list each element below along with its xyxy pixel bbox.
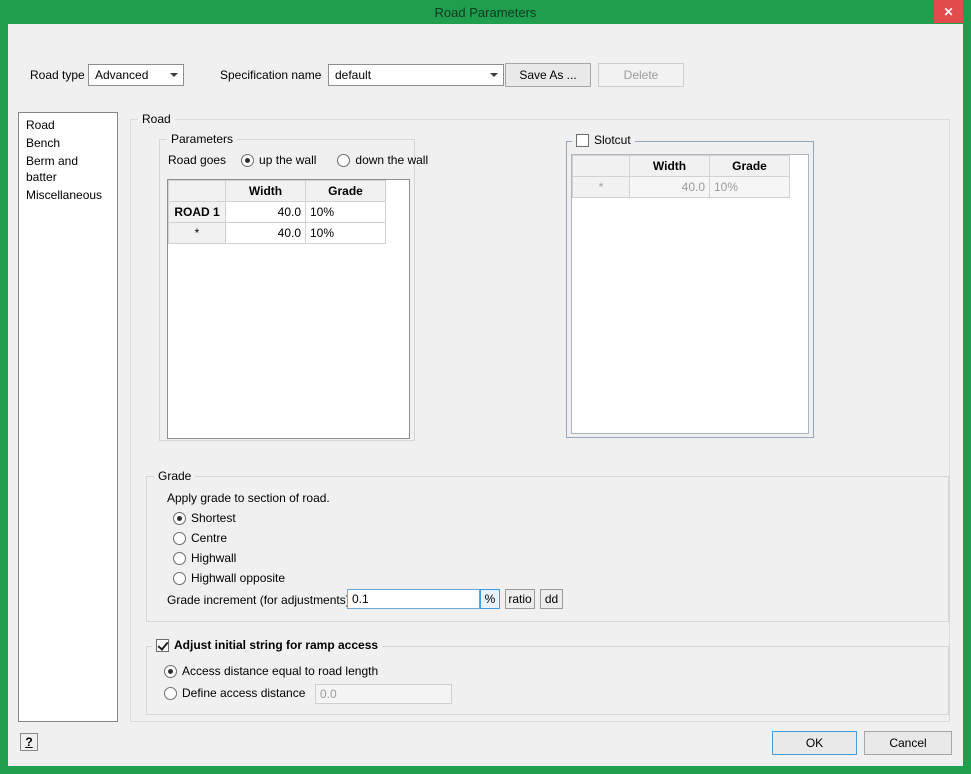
sidebar-item-berm-and-batter[interactable]: Berm and batter — [19, 152, 117, 186]
sidebar-item-bench[interactable]: Bench — [19, 134, 117, 152]
radio-highwall-opposite-label: Highwall opposite — [191, 571, 285, 585]
checkbox-icon — [576, 134, 589, 147]
radio-access-distance-equal-label: Access distance equal to road length — [182, 664, 378, 678]
road-groupbox: Road Parameters Road goes up the wall do… — [130, 119, 950, 722]
radio-down-the-wall[interactable]: down the wall — [337, 153, 428, 167]
radio-shortest-label: Shortest — [191, 511, 236, 525]
radio-icon — [164, 665, 177, 678]
road-table: Width Grade ROAD 1 40.0 10% * 40.0 10% — [167, 179, 410, 439]
titlebar: Road Parameters — [0, 0, 971, 24]
ramp-access-groupbox: Adjust initial string for ramp access Ac… — [146, 646, 949, 715]
slotcut-groupbox: Slotcut Width Grade * 40.0 10% — [566, 141, 814, 438]
specification-name-label: Specification name — [220, 68, 321, 83]
grade-cell[interactable]: 10% — [306, 223, 386, 244]
table-corner-cell — [573, 156, 630, 177]
question-mark-icon: ? — [25, 735, 32, 749]
width-cell[interactable]: 40.0 — [630, 177, 710, 198]
unit-ratio-button[interactable]: ratio — [505, 589, 535, 609]
radio-icon — [337, 154, 350, 167]
width-cell[interactable]: 40.0 — [226, 202, 306, 223]
width-column-header: Width — [630, 156, 710, 177]
ramp-access-checkbox[interactable]: Adjust initial string for ramp access — [152, 638, 382, 652]
road-type-value: Advanced — [95, 68, 148, 82]
radio-highwall-opposite[interactable]: Highwall opposite — [173, 571, 285, 585]
slotcut-table: Width Grade * 40.0 10% — [571, 154, 809, 434]
width-column-header: Width — [226, 181, 306, 202]
specification-name-value: default — [335, 68, 371, 82]
road-goes-label: Road goes — [168, 153, 226, 167]
grade-cell[interactable]: 10% — [306, 202, 386, 223]
radio-down-the-wall-label: down the wall — [355, 153, 428, 167]
checkbox-icon — [156, 639, 169, 652]
unit-dd-button[interactable]: dd — [540, 589, 563, 609]
parameters-groupbox: Parameters Road goes up the wall down th… — [159, 139, 415, 441]
unit-percent-button[interactable]: % — [480, 589, 500, 609]
slotcut-checkbox[interactable]: Slotcut — [572, 133, 635, 147]
sidebar-item-road[interactable]: Road — [19, 116, 117, 134]
road-table-header-row: Width Grade — [169, 181, 386, 202]
road-groupbox-title: Road — [138, 112, 175, 127]
grade-column-header: Grade — [710, 156, 790, 177]
sidebar-item-miscellaneous[interactable]: Miscellaneous — [19, 186, 117, 204]
close-icon: ✕ — [943, 5, 953, 19]
table-row: ROAD 1 40.0 10% — [169, 202, 386, 223]
slotcut-table-header-row: Width Grade — [573, 156, 790, 177]
save-as-button[interactable]: Save As ... — [505, 63, 591, 87]
row-header-cell[interactable]: * — [169, 223, 226, 244]
chevron-down-icon — [490, 73, 498, 77]
delete-button[interactable]: Delete — [598, 63, 684, 87]
access-distance-input[interactable] — [315, 684, 452, 704]
grade-groupbox: Grade Apply grade to section of road. Sh… — [146, 476, 949, 622]
dialog-content: Road type Advanced Specification name de… — [8, 24, 963, 766]
parameters-groupbox-title: Parameters — [167, 132, 237, 147]
radio-icon — [173, 552, 186, 565]
table-row: * 40.0 10% — [573, 177, 790, 198]
row-header-cell[interactable]: ROAD 1 — [169, 202, 226, 223]
cancel-button[interactable]: Cancel — [864, 731, 952, 755]
window-title: Road Parameters — [435, 5, 537, 20]
grade-increment-input[interactable] — [347, 589, 480, 609]
width-cell[interactable]: 40.0 — [226, 223, 306, 244]
radio-up-the-wall-label: up the wall — [259, 153, 316, 167]
grade-cell[interactable]: 10% — [710, 177, 790, 198]
grade-groupbox-title: Grade — [154, 469, 195, 484]
grade-instruction: Apply grade to section of road. — [167, 491, 330, 506]
radio-highwall[interactable]: Highwall — [173, 551, 236, 565]
radio-icon — [164, 687, 177, 700]
road-parameters-dialog: Road Parameters ✕ Road type Advanced Spe… — [0, 0, 971, 774]
close-button[interactable]: ✕ — [934, 0, 963, 23]
grade-column-header: Grade — [306, 181, 386, 202]
category-list: Road Bench Berm and batter Miscellaneous — [18, 112, 118, 722]
radio-access-distance-equal[interactable]: Access distance equal to road length — [164, 664, 378, 678]
road-type-select[interactable]: Advanced — [88, 64, 184, 86]
row-header-cell[interactable]: * — [573, 177, 630, 198]
table-row: * 40.0 10% — [169, 223, 386, 244]
road-type-label: Road type — [30, 68, 85, 83]
help-button[interactable]: ? — [20, 733, 38, 751]
radio-icon — [173, 572, 186, 585]
radio-icon — [173, 532, 186, 545]
radio-highwall-label: Highwall — [191, 551, 236, 565]
radio-define-access-distance[interactable]: Define access distance — [164, 686, 305, 700]
radio-icon — [173, 512, 186, 525]
ok-button[interactable]: OK — [772, 731, 857, 755]
ramp-access-label: Adjust initial string for ramp access — [174, 638, 378, 652]
radio-define-access-distance-label: Define access distance — [182, 686, 305, 700]
specification-name-select[interactable]: default — [328, 64, 504, 86]
radio-icon — [241, 154, 254, 167]
chevron-down-icon — [170, 73, 178, 77]
radio-centre[interactable]: Centre — [173, 531, 227, 545]
grade-increment-label: Grade increment (for adjustments) — [167, 593, 350, 608]
road-goes-row: Road goes up the wall down the wall — [168, 153, 428, 167]
table-corner-cell — [169, 181, 226, 202]
radio-up-the-wall[interactable]: up the wall — [241, 153, 316, 167]
radio-centre-label: Centre — [191, 531, 227, 545]
slotcut-label: Slotcut — [594, 133, 631, 147]
radio-shortest[interactable]: Shortest — [173, 511, 236, 525]
